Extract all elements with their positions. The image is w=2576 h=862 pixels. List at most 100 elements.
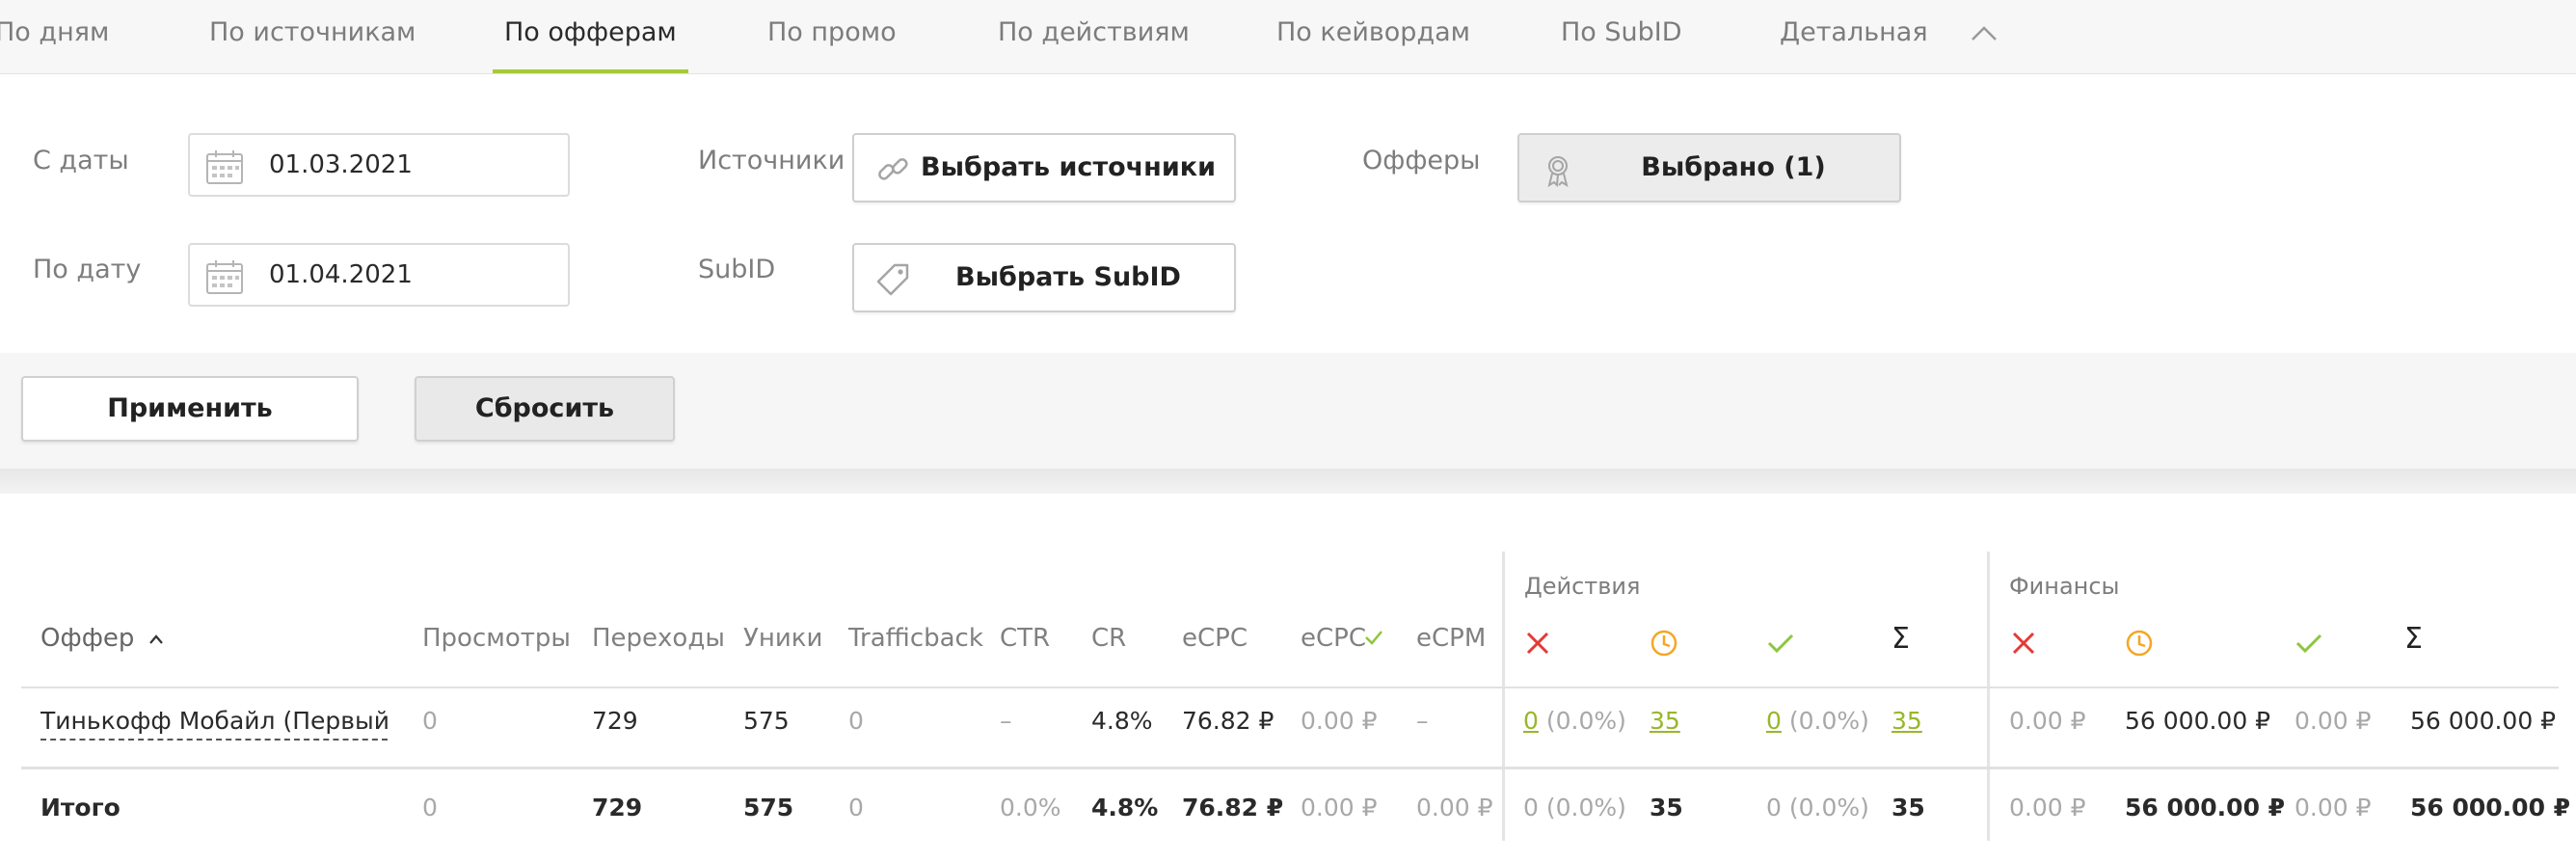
column-header-views[interactable]: Просмотры [422, 624, 571, 653]
total-actions-rejected: 0 (0.0%) [1523, 794, 1626, 822]
date-from-value: 01.03.2021 [269, 150, 413, 179]
cell-ctr: – [1000, 707, 1012, 735]
total-finance-total: 56 000.00 ₽ [2410, 794, 2571, 822]
cell-ecpc: 76.82 ₽ [1182, 707, 1275, 735]
calendar-icon [206, 260, 243, 294]
select-offers-button[interactable]: Выбрано (1) [1517, 133, 1901, 202]
tab-by-keywords[interactable]: По кейвордам [1276, 0, 1470, 73]
cell-actions-approved: 0 (0.0%) [1766, 707, 1869, 735]
cross-icon[interactable] [1523, 629, 1552, 658]
column-separator [1987, 552, 1990, 841]
cell-actions-rejected: 0 (0.0%) [1523, 707, 1626, 735]
total-ecpc-approved: 0.00 ₽ [1301, 794, 1378, 822]
tab-by-offers[interactable]: По офферам [493, 0, 688, 73]
cell-views: 0 [422, 707, 438, 735]
date-to-field[interactable]: 01.04.2021 [188, 243, 570, 307]
actions-total-link[interactable]: 35 [1892, 707, 1922, 735]
group-header-actions: Действия [1524, 573, 1641, 600]
tab-by-subid[interactable]: По SubID [1561, 0, 1682, 73]
subid-label: SubID [698, 255, 776, 284]
column-header-clicks[interactable]: Переходы [592, 624, 725, 653]
column-header-trafficback[interactable]: Trafficback [848, 624, 983, 653]
date-to-label: По дату [33, 255, 142, 284]
tab-by-promo[interactable]: По промо [767, 0, 897, 73]
total-actions-total: 35 [1892, 794, 1925, 822]
tab-by-offers-label: По офферам [504, 17, 677, 47]
check-icon[interactable] [2294, 629, 2323, 658]
total-clicks: 729 [592, 794, 643, 822]
cell-finance-total: 56 000.00 ₽ [2410, 707, 2557, 735]
link-icon [878, 158, 908, 180]
sort-asc-icon [148, 633, 163, 644]
column-header-uniques[interactable]: Уники [743, 624, 822, 653]
cell-trafficback: 0 [848, 707, 864, 735]
total-ecpm: 0.00 ₽ [1416, 794, 1493, 822]
actions-rejected-link[interactable]: 0 [1523, 707, 1539, 735]
column-header-cr[interactable]: CR [1091, 624, 1126, 653]
total-views: 0 [422, 794, 438, 822]
tab-by-actions[interactable]: По действиям [998, 0, 1190, 73]
column-header-ecpc-approved-label: eCPC [1301, 624, 1366, 653]
filter-panel: С даты 01.03.2021 По дату 01.04.2021 Ист… [0, 74, 2576, 354]
tab-detailed[interactable]: Детальная [1780, 0, 1928, 73]
select-offers-label: Выбрано (1) [1641, 152, 1826, 182]
chevron-up-icon[interactable] [1970, 19, 1999, 48]
total-ecpc: 76.82 ₽ [1182, 794, 1284, 822]
apply-button[interactable]: Применить [21, 376, 359, 442]
total-actions-pending: 35 [1650, 794, 1683, 822]
column-header-ecpc[interactable]: eCPC [1182, 624, 1248, 653]
clock-icon[interactable] [2125, 629, 2154, 658]
clock-icon[interactable] [1650, 629, 1678, 658]
report-tabs: По дням По источникам По офферам По пром… [0, 0, 2576, 74]
total-cr: 4.8% [1091, 794, 1159, 822]
actions-approved-link[interactable]: 0 [1766, 707, 1782, 735]
column-header-ecpm[interactable]: eCPM [1416, 624, 1486, 653]
cell-ecpc-approved: 0.00 ₽ [1301, 707, 1378, 735]
tag-icon [876, 263, 909, 296]
tab-by-sources[interactable]: По источникам [209, 0, 416, 73]
total-finance-approved: 0.00 ₽ [2294, 794, 2372, 822]
total-divider [21, 767, 2559, 769]
cross-icon[interactable] [2009, 629, 2038, 658]
tab-by-days[interactable]: По дням [0, 0, 109, 73]
award-icon [1547, 156, 1569, 187]
cell-finance-pending: 56 000.00 ₽ [2125, 707, 2271, 735]
cell-actions-total: 35 [1892, 707, 1922, 735]
sources-label: Источники [698, 146, 845, 175]
cell-uniques: 575 [743, 707, 790, 735]
check-icon [1365, 631, 1382, 645]
column-separator [1502, 552, 1505, 841]
filter-actions: Применить Сбросить [0, 353, 2576, 469]
total-ctr: 0.0% [1000, 794, 1061, 822]
column-header-ecpc-approved[interactable]: eCPC [1301, 624, 1383, 653]
cell-cr: 4.8% [1091, 707, 1153, 735]
cell-ecpm: – [1416, 707, 1429, 735]
reset-button[interactable]: Сбросить [415, 376, 675, 442]
column-header-ctr[interactable]: CTR [1000, 624, 1050, 653]
calendar-icon [206, 150, 243, 184]
cell-finance-rejected: 0.00 ₽ [2009, 707, 2086, 735]
date-to-value: 01.04.2021 [269, 260, 413, 289]
select-sources-button[interactable]: Выбрать источники [852, 133, 1236, 202]
sigma-icon[interactable]: Σ [1892, 622, 1920, 656]
date-from-field[interactable]: 01.03.2021 [188, 133, 570, 197]
total-finance-pending: 56 000.00 ₽ [2125, 794, 2286, 822]
group-header-finance: Финансы [2009, 573, 2120, 600]
select-sources-label: Выбрать источники [921, 152, 1216, 182]
actions-approved-percent: (0.0%) [1788, 707, 1869, 735]
total-trafficback: 0 [848, 794, 864, 822]
cell-actions-pending: 35 [1650, 707, 1680, 735]
select-subid-button[interactable]: Выбрать SubID [852, 243, 1236, 312]
date-from-label: С даты [33, 146, 129, 175]
offer-name-link[interactable]: Тинькофф Мобайл (Первый платеж) [40, 707, 388, 741]
actions-pending-link[interactable]: 35 [1650, 707, 1680, 735]
section-divider [0, 469, 2576, 494]
sigma-icon[interactable]: Σ [2404, 622, 2433, 656]
column-header-offer[interactable]: Оффер [40, 624, 166, 653]
header-divider [21, 687, 2559, 688]
cell-finance-approved: 0.00 ₽ [2294, 707, 2372, 735]
check-icon[interactable] [1766, 629, 1795, 658]
active-tab-indicator [493, 69, 688, 73]
total-finance-rejected: 0.00 ₽ [2009, 794, 2086, 822]
select-subid-label: Выбрать SubID [955, 262, 1181, 292]
